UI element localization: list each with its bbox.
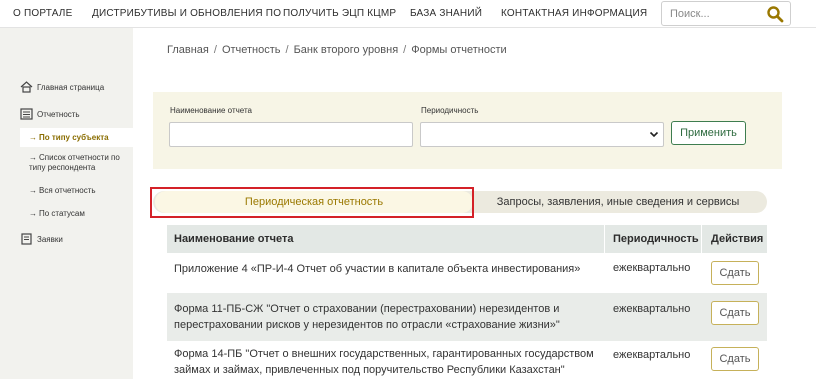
sidebar-reporting-label: Отчетность bbox=[37, 109, 80, 119]
arrow-right-icon: → bbox=[29, 186, 37, 195]
report-name: Форма 11-ПБ-СЖ "Отчет о страховании (пер… bbox=[174, 303, 560, 331]
nav-contacts[interactable]: КОНТАКТНАЯ ИНФОРМАЦИЯ bbox=[501, 8, 647, 19]
sidebar-item-home[interactable]: Главная страница bbox=[20, 81, 104, 93]
sidebar-sub-by-subject-type[interactable]: → По типу субъекта bbox=[20, 128, 133, 147]
header-actions: Действия bbox=[711, 233, 764, 245]
sidebar-sub-by-status[interactable]: → По статусам bbox=[29, 209, 85, 219]
search-input[interactable] bbox=[662, 2, 766, 25]
breadcrumb-home[interactable]: Главная bbox=[167, 44, 209, 56]
sidebar-requests-label: Заявки bbox=[37, 234, 63, 244]
breadcrumb: Главная / Отчетность / Банк второго уровня / Ф… bbox=[167, 44, 507, 56]
filter-panel: Наименование отчета Периодичность Примен… bbox=[153, 92, 782, 169]
nav-knowledge-base[interactable]: БАЗА ЗНАНИЙ bbox=[410, 8, 482, 19]
sidebar-home-label: Главная страница bbox=[37, 82, 105, 92]
submit-report-button[interactable]: Сдать bbox=[711, 261, 759, 285]
nav-get-eds[interactable]: ПОЛУЧИТЬ ЭЦП КЦМР bbox=[283, 8, 396, 19]
arrow-right-icon: → bbox=[29, 153, 37, 162]
report-name-input[interactable] bbox=[169, 122, 413, 147]
breadcrumb-current: Формы отчетности bbox=[411, 44, 507, 56]
report-periodicity: ежеквартально bbox=[613, 303, 691, 315]
apply-button[interactable]: Применить bbox=[671, 121, 746, 145]
tab-bar: Периодическая отчетность Запросы, заявле… bbox=[153, 191, 767, 213]
report-name: Приложение 4 «ПР-И-4 Отчет об участии в … bbox=[174, 263, 581, 275]
top-nav: О ПОРТАЛЕ ДИСТРИБУТИВЫ И ОБНОВЛЕНИЯ ПО П… bbox=[0, 0, 816, 28]
report-periodicity: ежеквартально bbox=[613, 349, 691, 361]
sidebar-sub-all-reporting[interactable]: → Вся отчетность bbox=[29, 186, 96, 196]
report-name-label: Наименование отчета bbox=[170, 106, 252, 115]
arrow-right-icon: → bbox=[29, 209, 37, 218]
document-list-icon bbox=[20, 108, 33, 120]
search-box bbox=[661, 1, 791, 26]
report-name: Форма 14-ПБ "Отчет о внешних государстве… bbox=[174, 348, 594, 376]
document-icon bbox=[21, 233, 32, 245]
header-report-name: Наименование отчета bbox=[174, 233, 294, 245]
sidebar: Главная страница Отчетность → По типу суб… bbox=[0, 28, 133, 379]
report-periodicity: ежеквартально bbox=[613, 262, 691, 274]
periodicity-label: Периодичность bbox=[421, 106, 479, 115]
table-row: Форма 11-ПБ-СЖ "Отчет о страховании (пер… bbox=[167, 293, 767, 341]
periodicity-select[interactable] bbox=[420, 122, 664, 147]
table-header: Наименование отчета Периодичность Действ… bbox=[167, 225, 767, 253]
submit-report-button[interactable]: Сдать bbox=[711, 301, 759, 325]
sidebar-sub-label: Список отчетности по типу респондента bbox=[29, 153, 120, 172]
sidebar-sub-label: По статусам bbox=[39, 209, 85, 218]
sidebar-item-reporting[interactable]: Отчетность bbox=[20, 108, 80, 120]
arrow-right-icon: → bbox=[29, 133, 37, 142]
tab-requests-services[interactable]: Запросы, заявления, иные сведения и серв… bbox=[473, 191, 763, 213]
breadcrumb-reporting[interactable]: Отчетность bbox=[222, 44, 281, 56]
home-icon bbox=[20, 81, 33, 93]
sidebar-sub-respondent-list[interactable]: → Список отчетности по типу респондента bbox=[29, 153, 127, 173]
sidebar-sub-label: По типу субъекта bbox=[39, 133, 109, 142]
sidebar-sub-label: Вся отчетность bbox=[39, 186, 96, 195]
nav-about[interactable]: О ПОРТАЛЕ bbox=[13, 8, 72, 19]
breadcrumb-bank[interactable]: Банк второго уровня bbox=[294, 44, 399, 56]
sidebar-item-requests[interactable]: Заявки bbox=[20, 233, 63, 245]
tab-periodic-reporting[interactable]: Периодическая отчетность bbox=[155, 191, 473, 213]
submit-report-button[interactable]: Сдать bbox=[711, 347, 759, 371]
header-periodicity: Периодичность bbox=[613, 233, 699, 245]
search-icon[interactable] bbox=[766, 5, 784, 23]
nav-distributives[interactable]: ДИСТРИБУТИВЫ И ОБНОВЛЕНИЯ ПО bbox=[92, 8, 281, 19]
table-row: Форма 14-ПБ "Отчет о внешних государстве… bbox=[167, 341, 767, 379]
table-row: Приложение 4 «ПР-И-4 Отчет об участии в … bbox=[167, 253, 767, 293]
chevron-down-icon bbox=[649, 131, 659, 138]
